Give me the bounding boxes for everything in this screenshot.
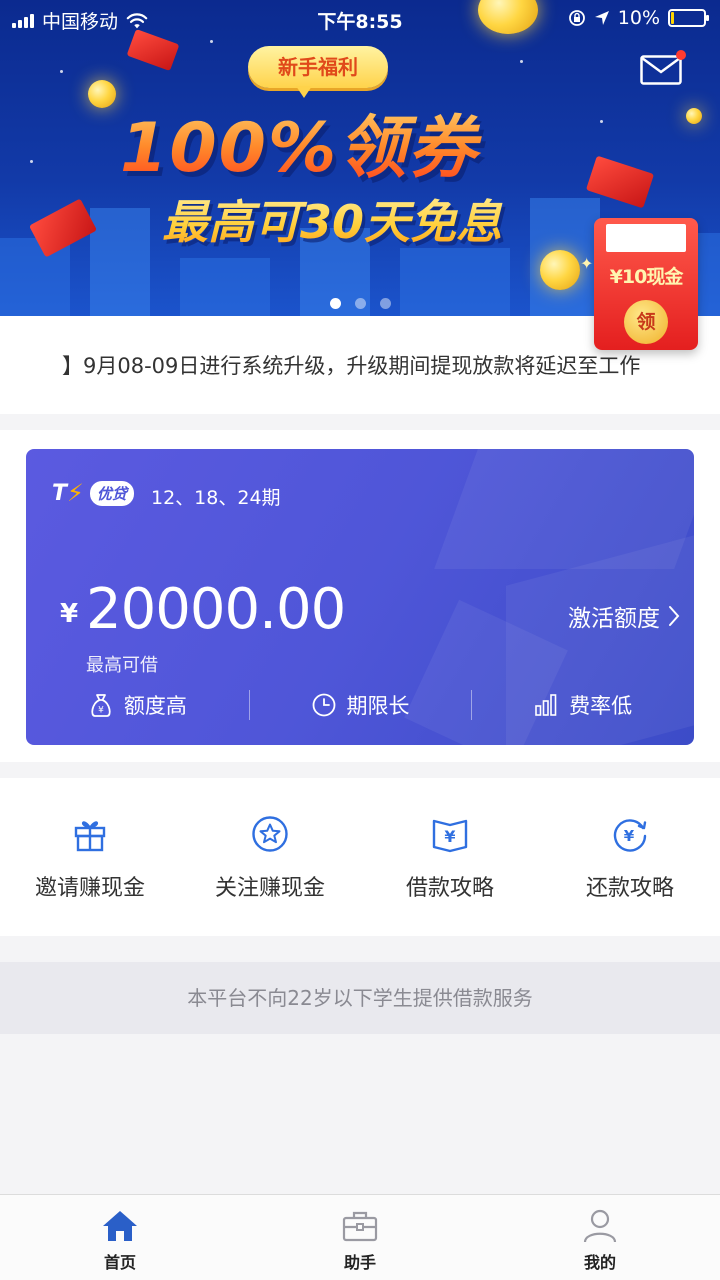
tab-assistant[interactable]: 助手	[240, 1195, 480, 1280]
gift-icon	[74, 821, 106, 852]
red-packet-amount: ¥10现金	[609, 266, 684, 288]
action-label: 关注赚现金	[214, 876, 325, 901]
coin-deco	[88, 80, 116, 108]
feature-low-rate: 费率低	[471, 685, 694, 725]
action-loan-guide[interactable]: ¥ 借款攻略	[360, 778, 540, 936]
carousel-dot	[354, 298, 366, 309]
book-yen-icon: ¥	[432, 819, 468, 853]
loan-amount: 20000.00	[86, 577, 346, 642]
feature-long-term: 期限长	[248, 685, 472, 725]
action-invite-earn[interactable]: 邀请赚现金	[0, 778, 180, 936]
loan-features: ¥ 额度高 期限长 费率低	[26, 685, 694, 725]
star-deco	[60, 70, 63, 73]
notice-text: 】9月08-09日进行系统升级，升级期间提现放款将延迟至工作	[62, 354, 641, 378]
action-follow-earn[interactable]: 关注赚现金	[180, 778, 360, 936]
action-repay-guide[interactable]: ¥ 还款攻略	[540, 778, 720, 936]
activate-label: 激活额度	[568, 606, 660, 632]
chevron-right-icon	[669, 606, 680, 626]
briefcase-icon	[342, 1211, 378, 1242]
loan-card-section: T ⚡ 优贷 12、18、24期 ¥ 20000.00 最高可借 激活额度 ¥ …	[0, 430, 720, 762]
clock-icon	[312, 693, 335, 717]
feature-label: 额度高	[123, 694, 187, 718]
location-icon	[594, 11, 609, 25]
tab-label: 我的	[583, 1253, 616, 1272]
action-label: 邀请赚现金	[34, 876, 145, 901]
svg-text:¥: ¥	[444, 827, 455, 846]
loan-card[interactable]: T ⚡ 优贷 12、18、24期 ¥ 20000.00 最高可借 激活额度 ¥ …	[26, 449, 694, 745]
loan-amount-label: 最高可借	[86, 655, 158, 676]
building-deco	[0, 238, 70, 328]
feature-label: 期限长	[346, 694, 410, 718]
lightning-icon: ⚡	[67, 479, 84, 507]
red-packet-floating[interactable]: ✦ ¥10现金 领	[580, 218, 698, 350]
tab-home[interactable]: 首页	[0, 1195, 240, 1280]
coin-deco	[540, 250, 580, 290]
currency-symbol: ¥	[60, 599, 79, 629]
brand-mark: T	[52, 480, 68, 506]
promo-subtitle: 最高可30天免息	[162, 186, 612, 252]
quick-actions: 邀请赚现金 关注赚现金 ¥ 借款攻略 ¥ 还款攻略	[0, 778, 720, 936]
star-deco	[30, 160, 33, 163]
building-deco	[90, 208, 150, 328]
rotation-lock-icon	[568, 10, 585, 26]
svg-text:¥: ¥	[624, 827, 635, 845]
claim-button[interactable]: 领	[624, 300, 668, 344]
money-bag-icon: ¥	[91, 694, 111, 717]
coin-deco	[686, 108, 702, 124]
bar-chart-icon	[535, 694, 557, 716]
action-label: 还款攻略	[585, 876, 674, 901]
sparkle-icon: ✦	[580, 254, 594, 273]
tab-label: 首页	[103, 1253, 136, 1272]
svg-text:¥: ¥	[98, 706, 104, 716]
activate-limit-button[interactable]: 激活额度	[568, 599, 680, 633]
battery-percent: 10%	[617, 7, 660, 29]
mail-icon[interactable]	[640, 55, 682, 85]
carousel-dot	[379, 298, 391, 309]
newbie-tag: 新手福利	[248, 46, 388, 98]
tab-profile[interactable]: 我的	[480, 1195, 720, 1280]
user-icon	[583, 1209, 617, 1243]
status-bar: 中国移动 下午8:55 10%	[0, 0, 720, 38]
star-deco	[520, 60, 523, 63]
yen-refresh-icon: ¥	[613, 819, 647, 852]
age-disclaimer: 本平台不向22岁以下学生提供借款服务	[0, 962, 720, 1034]
brand-logo: T ⚡ 优贷	[52, 479, 134, 507]
battery-icon	[668, 9, 709, 27]
star-deco	[210, 40, 213, 43]
feature-label: 费率低	[569, 694, 633, 718]
feature-high-limit: ¥ 额度高	[26, 685, 249, 725]
carousel-dot	[329, 298, 341, 309]
star-deco	[600, 120, 603, 123]
loan-periods: 12、18、24期	[151, 487, 281, 509]
tab-label: 助手	[343, 1253, 376, 1272]
action-label: 借款攻略	[405, 876, 494, 901]
promo-title: 100%领券	[120, 92, 520, 191]
bottom-tab-bar: 首页 助手 我的	[0, 1194, 720, 1280]
home-icon	[103, 1211, 137, 1241]
red-packet-paper	[606, 224, 686, 252]
brand-name: 优贷	[89, 480, 134, 506]
star-icon	[252, 816, 288, 852]
unread-badge	[676, 50, 686, 60]
